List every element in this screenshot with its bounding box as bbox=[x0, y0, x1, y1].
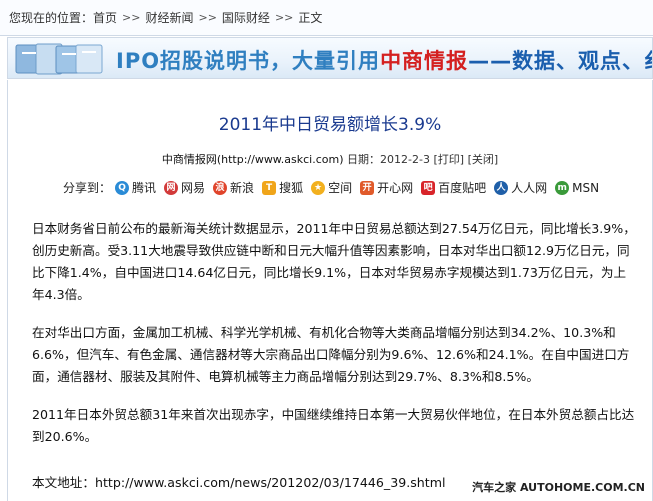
close-button[interactable]: [关闭] bbox=[468, 153, 499, 166]
breadcrumb: 您现在的位置： 首页 >> 财经新闻 >> 国际财经 >> 正文 bbox=[0, 0, 653, 36]
breadcrumb-separator: >> bbox=[198, 11, 217, 24]
share-item-label: 人人网 bbox=[511, 181, 548, 195]
article-address-label: 本文地址： bbox=[32, 475, 95, 490]
article-source: 中商情报网(http://www.askci.com) bbox=[161, 153, 344, 166]
qzone-icon: ★ bbox=[311, 180, 326, 195]
share-item-label: 搜狐 bbox=[279, 181, 304, 195]
sohu-icon: T bbox=[262, 180, 277, 195]
document-tiles-icon bbox=[15, 43, 103, 75]
article-date: 2012-2-3 bbox=[380, 153, 430, 166]
share-msn[interactable]: m MSN bbox=[555, 180, 600, 195]
article-body: 日本财务省日前公布的最新海关统计数据显示，2011年中日贸易总额达到27.54万… bbox=[32, 218, 638, 464]
banner-text-part1: IPO招股说明书，大量引用 bbox=[116, 49, 381, 73]
share-netease[interactable]: 网 网易 bbox=[164, 179, 205, 196]
banner-text: IPO招股说明书，大量引用中商情报——数据、观点、纟 bbox=[116, 45, 653, 75]
tencent-icon: Q bbox=[115, 180, 130, 195]
breadcrumb-international-finance[interactable]: 国际财经 bbox=[222, 9, 270, 26]
share-sohu[interactable]: T 搜狐 bbox=[262, 179, 303, 196]
share-item-label: 新浪 bbox=[230, 181, 255, 195]
print-button[interactable]: [打印] bbox=[433, 153, 464, 166]
share-baidu-tieba[interactable]: 吧 百度贴吧 bbox=[421, 179, 486, 196]
article-address: 本文地址：http://www.askci.com/news/201202/03… bbox=[32, 472, 446, 491]
breadcrumb-home[interactable]: 首页 bbox=[93, 9, 117, 26]
breadcrumb-prefix: 您现在的位置： bbox=[9, 11, 94, 25]
kaixin-icon: 开 bbox=[360, 180, 375, 195]
share-item-label: 百度贴吧 bbox=[438, 181, 487, 195]
msn-icon: m bbox=[555, 180, 570, 195]
baidu-tieba-icon: 吧 bbox=[421, 180, 436, 195]
breadcrumb-current: 正文 bbox=[298, 11, 323, 25]
share-kaixin[interactable]: 开 开心网 bbox=[360, 179, 413, 196]
share-item-label: MSN bbox=[572, 180, 600, 195]
netease-icon: 网 bbox=[164, 180, 179, 195]
share-qzone[interactable]: ★ 空间 bbox=[311, 179, 352, 196]
share-label: 分享到： bbox=[63, 181, 112, 195]
banner-text-brand: 中商情报 bbox=[380, 49, 469, 73]
share-tencent[interactable]: Q 腾讯 bbox=[115, 179, 156, 196]
article-address-link[interactable]: http://www.askci.com/news/201202/03/1744… bbox=[95, 475, 446, 490]
article-meta: 中商情报网(http://www.askci.com) 日期：2012-2-3 … bbox=[8, 151, 652, 167]
article-paragraph: 日本财务省日前公布的最新海关统计数据显示，2011年中日贸易总额达到27.54万… bbox=[32, 221, 636, 302]
sina-icon: 浪 bbox=[213, 180, 228, 195]
banner-text-part3: ——数据、观点、纟 bbox=[468, 49, 653, 73]
share-renren[interactable]: 人 人人网 bbox=[494, 179, 547, 196]
share-item-label: 开心网 bbox=[377, 181, 414, 195]
share-bar: 分享到： Q 腾讯 网 网易 浪 新浪 T 搜狐 ★ 空间 开 开心网 吧 百度… bbox=[63, 179, 607, 196]
renren-icon: 人 bbox=[494, 180, 509, 195]
article: 2011年中日贸易额增长3.9% 中商情报网(http://www.askci.… bbox=[7, 80, 653, 501]
article-paragraph: 在对华出口方面，金属加工机械、科学光学机械、有机化合物等大类商品增幅分别达到34… bbox=[32, 325, 630, 384]
share-item-label: 腾讯 bbox=[132, 181, 157, 195]
ad-banner[interactable]: IPO招股说明书，大量引用中商情报——数据、观点、纟 bbox=[7, 37, 653, 79]
breadcrumb-separator: >> bbox=[274, 11, 294, 24]
date-label: 日期： bbox=[347, 153, 381, 166]
share-item-label: 网易 bbox=[181, 181, 206, 195]
breadcrumb-separator: >> bbox=[122, 11, 141, 24]
share-item-label: 空间 bbox=[328, 181, 353, 195]
share-sina[interactable]: 浪 新浪 bbox=[213, 179, 254, 196]
watermark: 汽车之家 AUTOHOME.COM.CN bbox=[472, 481, 645, 494]
breadcrumb-finance-news[interactable]: 财经新闻 bbox=[145, 9, 193, 26]
article-title: 2011年中日贸易额增长3.9% bbox=[218, 115, 442, 135]
article-paragraph: 2011年日本外贸总额31年来首次出现赤字，中国继续维持日本第一大贸易伙伴地位，… bbox=[32, 407, 635, 444]
